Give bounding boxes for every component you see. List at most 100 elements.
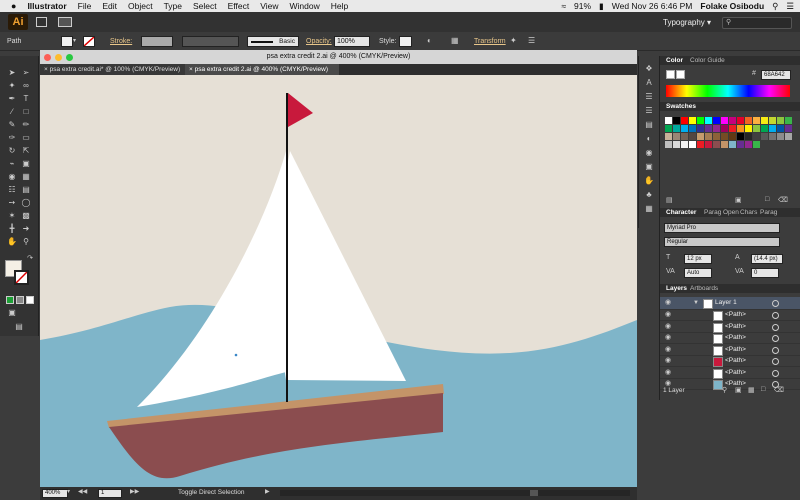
swatch[interactable] [729, 141, 736, 148]
sublayer-row[interactable]: ◉ <Path> [660, 332, 800, 344]
pencil-tool-icon[interactable]: ✏ [20, 120, 32, 130]
minimize-window-button[interactable] [55, 54, 62, 61]
target-circle-icon[interactable] [772, 323, 779, 331]
swatch[interactable] [689, 141, 696, 148]
swap-fill-stroke-icon[interactable]: ↷ [24, 254, 36, 264]
graphic-style-swatch[interactable] [399, 36, 412, 47]
fill-dropdown-chevron-icon[interactable]: ▾ [73, 37, 76, 44]
menu-edit[interactable]: Edit [102, 1, 117, 11]
swatch[interactable] [681, 133, 688, 140]
tab-close-icon[interactable]: × [44, 66, 48, 73]
swatch[interactable] [713, 125, 720, 132]
swatch[interactable] [665, 125, 672, 132]
target-circle-icon[interactable] [772, 369, 779, 377]
menu-effect[interactable]: Effect [228, 1, 250, 11]
tab-opentype[interactable]: Open [723, 208, 739, 217]
swatch[interactable] [689, 125, 696, 132]
color-stroke-preview[interactable] [676, 70, 685, 79]
lasso-tool-icon[interactable]: ∞ [20, 81, 32, 91]
target-circle-icon[interactable] [772, 335, 779, 342]
artboard-number-field[interactable]: 1 [98, 489, 122, 498]
brushes-panel-icon[interactable]: ✋ [643, 176, 655, 186]
color-spectrum-bar[interactable] [666, 85, 790, 97]
gradient-panel-icon[interactable]: ▤ [643, 120, 655, 130]
direct-selection-tool-icon[interactable]: ➢ [20, 68, 32, 78]
swatch[interactable] [681, 141, 688, 148]
scale-tool-icon[interactable]: ⇱ [20, 146, 32, 156]
swatch[interactable] [705, 133, 712, 140]
visibility-eye-icon[interactable]: ◉ [665, 297, 671, 309]
swatch[interactable] [697, 117, 704, 124]
font-size-field[interactable]: 12 px [684, 254, 712, 264]
eyedropper-tool-icon[interactable]: ➙ [6, 198, 18, 208]
swatch[interactable] [721, 141, 728, 148]
menu-help[interactable]: Help [331, 1, 348, 11]
swatch[interactable] [697, 125, 704, 132]
align-panel-icon[interactable]: ▦ [643, 204, 655, 214]
stroke-weight-field[interactable] [141, 36, 173, 47]
stroke-color-box[interactable] [14, 270, 29, 285]
new-layer-icon[interactable]: □ [761, 386, 765, 393]
rotate-tool-icon[interactable]: ↻ [6, 146, 18, 156]
hex-color-field[interactable]: 68A642 [761, 70, 791, 80]
mesh-tool-icon[interactable]: ☷ [6, 185, 18, 195]
swatch[interactable] [705, 141, 712, 148]
transform-link[interactable]: Transform [474, 38, 506, 45]
tab-psa-extra-credit-2[interactable]: × psa extra credit 2.ai @ 400% (CMYK/Pre… [185, 64, 339, 75]
apple-icon[interactable]: ● [11, 1, 16, 11]
swatch[interactable] [737, 117, 744, 124]
blend-tool-icon[interactable]: ◯ [20, 198, 32, 208]
visibility-eye-icon[interactable]: ◉ [665, 309, 671, 321]
swatch[interactable] [745, 117, 752, 124]
draw-mode-icon[interactable]: ▣ [6, 308, 18, 318]
menu-object[interactable]: Object [128, 1, 153, 11]
blob-brush-tool-icon[interactable]: ✑ [6, 133, 18, 143]
new-sublayer-icon[interactable]: ▦ [748, 386, 755, 394]
tab-swatches[interactable]: Swatches [666, 102, 696, 111]
recolor-artwork-icon[interactable]: ◐ [427, 36, 432, 45]
gradient-tool-icon[interactable]: ▤ [20, 185, 32, 195]
target-circle-icon[interactable] [772, 346, 779, 354]
swatch[interactable] [681, 125, 688, 132]
font-style-dropdown[interactable]: Regular [664, 237, 780, 247]
tab-artboards[interactable]: Artboards [690, 284, 718, 293]
tab-paragraph-styles[interactable]: Parag [760, 208, 777, 217]
visibility-eye-icon[interactable]: ◉ [665, 344, 671, 356]
paragraph-styles-icon[interactable]: ☰ [643, 92, 655, 102]
swatch[interactable] [737, 133, 744, 140]
menu-app-name[interactable]: Illustrator [27, 1, 66, 11]
visibility-eye-icon[interactable]: ◉ [665, 332, 671, 344]
leading-field[interactable]: (14.4 px) [751, 254, 783, 264]
bridge-icon[interactable] [36, 17, 47, 27]
artboard-tool-icon[interactable]: ╋ [6, 224, 18, 234]
menu-select[interactable]: Select [193, 1, 217, 11]
tab-character-styles[interactable]: Chars [740, 208, 757, 217]
menu-view[interactable]: View [260, 1, 278, 11]
color-mode-button[interactable] [6, 296, 14, 304]
isolate-object-icon[interactable]: ✦ [510, 36, 517, 45]
swatch[interactable] [697, 141, 704, 148]
zoom-tool-icon[interactable]: ⚲ [20, 237, 32, 247]
swatch[interactable] [673, 133, 680, 140]
appearance-panel-icon[interactable]: ◉ [643, 148, 655, 158]
none-mode-button[interactable] [26, 296, 34, 304]
delete-swatch-icon[interactable]: ⌫ [778, 196, 788, 204]
swatch[interactable] [721, 125, 728, 132]
make-clipping-mask-icon[interactable]: ▣ [735, 386, 742, 394]
swatch[interactable] [673, 125, 680, 132]
swatch[interactable] [761, 125, 768, 132]
notification-center-icon[interactable]: ☰ [786, 1, 794, 12]
search-input[interactable]: ⚲ [722, 17, 792, 29]
target-circle-icon[interactable] [772, 300, 779, 307]
slice-tool-icon[interactable]: ➜ [20, 224, 32, 234]
tab-color[interactable]: Color [666, 56, 683, 65]
eraser-tool-icon[interactable]: ▭ [20, 133, 32, 143]
transparency-panel-icon[interactable]: ◐ [643, 134, 655, 144]
swatch[interactable] [769, 133, 776, 140]
screen-mode-icon[interactable]: ▤ [13, 322, 25, 332]
symbols-panel-icon[interactable]: ♣ [643, 190, 655, 200]
swatch[interactable] [713, 133, 720, 140]
swatch[interactable] [777, 117, 784, 124]
swatch[interactable] [721, 133, 728, 140]
swatch[interactable] [665, 141, 672, 148]
